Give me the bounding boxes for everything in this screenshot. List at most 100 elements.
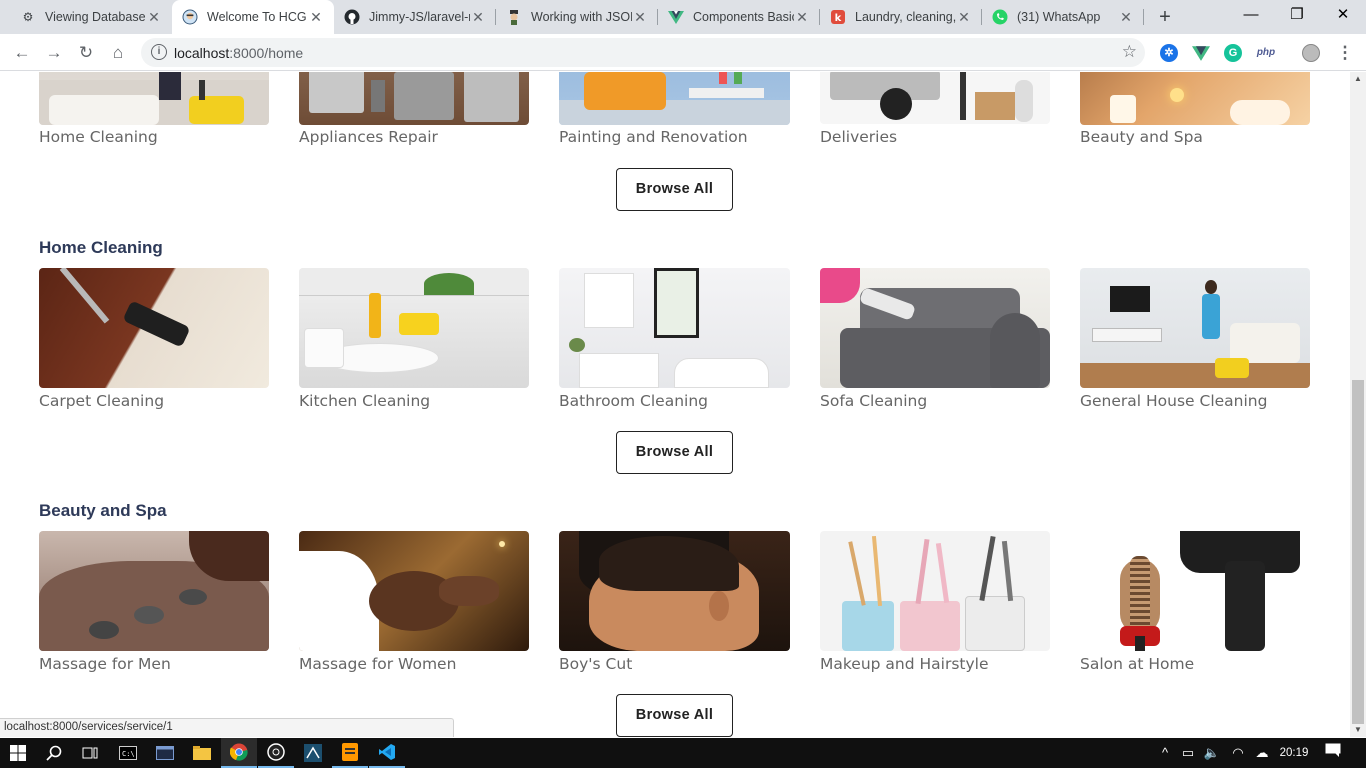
service-image[interactable] (39, 72, 269, 125)
service-image[interactable] (299, 268, 529, 388)
service-caption[interactable]: Massage for Men (39, 655, 171, 673)
command-prompt-icon[interactable]: C:\ (110, 738, 146, 768)
browse-all-button[interactable]: Browse All (616, 168, 733, 211)
service-card[interactable]: Beauty and Spa (1080, 72, 1310, 146)
service-caption[interactable]: Home Cleaning (39, 128, 158, 146)
grammarly-icon[interactable]: G (1224, 44, 1242, 62)
onedrive-icon[interactable]: ☁ (1252, 738, 1272, 768)
service-card[interactable]: Massage for Men (39, 531, 269, 673)
obs-icon[interactable] (258, 738, 294, 768)
tab-welcome-to-hcg[interactable]: Welcome To HCG ✕ (172, 0, 334, 34)
close-icon[interactable]: ✕ (308, 9, 324, 26)
service-card[interactable]: Salon at Home (1080, 531, 1310, 673)
close-icon[interactable]: ✕ (632, 9, 648, 26)
show-hidden-icons-icon[interactable]: ^ (1156, 738, 1174, 768)
task-view-icon[interactable] (72, 738, 108, 768)
service-image[interactable] (559, 72, 790, 125)
service-caption[interactable]: Deliveries (820, 128, 897, 146)
close-icon[interactable]: ✕ (794, 9, 810, 26)
service-caption[interactable]: Makeup and Hairstyle (820, 655, 989, 673)
service-image[interactable] (39, 268, 269, 388)
wifi-icon[interactable]: ◠ (1228, 738, 1248, 768)
menu-kebab-icon[interactable]: ⋮ (1332, 40, 1358, 66)
close-icon[interactable]: ✕ (956, 9, 972, 26)
forward-button[interactable]: → (41, 40, 67, 66)
tab-working-with-json[interactable]: Working with JSON ✕ (496, 0, 658, 34)
service-image[interactable] (820, 531, 1050, 651)
clock[interactable]: 20:19 (1270, 738, 1318, 768)
service-image[interactable] (39, 531, 269, 651)
search-icon[interactable] (36, 738, 72, 768)
service-card[interactable]: Painting and Renovation (559, 72, 790, 146)
service-card[interactable]: General House Cleaning (1080, 268, 1310, 410)
chrome-icon[interactable] (221, 738, 257, 768)
tab-viewing-database[interactable]: ⚙ Viewing Database ✕ (10, 0, 172, 34)
minimize-button[interactable]: — (1228, 0, 1274, 30)
service-caption[interactable]: Kitchen Cleaning (299, 392, 430, 410)
notifications-icon[interactable] (1322, 738, 1344, 768)
extension-blue-icon[interactable]: ✲ (1160, 44, 1178, 62)
browse-all-button[interactable]: Browse All (616, 431, 733, 474)
reload-button[interactable]: ↻ (73, 40, 99, 66)
tab-whatsapp[interactable]: (31) WhatsApp ✕ (982, 0, 1144, 34)
php-extension-icon[interactable]: php (1252, 44, 1280, 62)
service-image[interactable] (299, 531, 529, 651)
page-scrollbar[interactable]: ▲ ▼ (1350, 72, 1366, 737)
scrollbar-thumb[interactable] (1352, 380, 1364, 724)
service-card[interactable]: Appliances Repair (299, 72, 529, 146)
mysql-workbench-icon[interactable] (295, 738, 331, 768)
service-card[interactable]: Boy's Cut (559, 531, 790, 673)
profile-avatar[interactable] (1302, 44, 1320, 62)
bookmark-star-icon[interactable]: ☆ (1122, 42, 1137, 62)
service-image[interactable] (1080, 531, 1310, 651)
service-image[interactable] (559, 268, 790, 388)
service-image[interactable] (1080, 268, 1310, 388)
service-card[interactable]: Bathroom Cleaning (559, 268, 790, 410)
restore-button[interactable]: ❐ (1274, 0, 1320, 30)
service-image[interactable] (299, 72, 529, 125)
tab-laundry-cleaning[interactable]: k Laundry, cleaning, ✕ (820, 0, 982, 34)
service-caption[interactable]: Bathroom Cleaning (559, 392, 708, 410)
sublime-text-icon[interactable] (332, 738, 368, 768)
vue-devtools-icon[interactable] (1192, 44, 1210, 62)
close-icon[interactable]: ✕ (146, 9, 162, 26)
service-caption[interactable]: Appliances Repair (299, 128, 438, 146)
service-card[interactable]: Deliveries (820, 72, 1050, 146)
service-image[interactable] (820, 72, 1050, 124)
close-icon[interactable]: ✕ (470, 9, 486, 26)
service-caption[interactable]: Carpet Cleaning (39, 392, 164, 410)
service-caption[interactable]: Salon at Home (1080, 655, 1194, 673)
scroll-up-arrow[interactable]: ▲ (1350, 72, 1366, 86)
url-text[interactable]: localhost:8000/home (174, 45, 303, 61)
tab-components-basic[interactable]: Components Basic ✕ (658, 0, 820, 34)
service-card[interactable]: Kitchen Cleaning (299, 268, 529, 410)
tab-github[interactable]: Jimmy-JS/laravel-r ✕ (334, 0, 496, 34)
vscode-icon[interactable] (369, 738, 405, 768)
service-caption[interactable]: Sofa Cleaning (820, 392, 927, 410)
terminal-app-icon[interactable] (147, 738, 183, 768)
service-caption[interactable]: Painting and Renovation (559, 128, 748, 146)
service-card[interactable]: Carpet Cleaning (39, 268, 269, 410)
service-caption[interactable]: Boy's Cut (559, 655, 632, 673)
service-image[interactable] (559, 531, 790, 651)
service-card[interactable]: Makeup and Hairstyle (820, 531, 1050, 673)
home-button[interactable]: ⌂ (105, 40, 131, 66)
scroll-down-arrow[interactable]: ▼ (1350, 723, 1366, 737)
browse-all-button[interactable]: Browse All (616, 694, 733, 737)
back-button[interactable]: ← (9, 40, 35, 66)
service-card[interactable]: Sofa Cleaning (820, 268, 1050, 410)
new-tab-button[interactable]: + (1153, 5, 1177, 29)
service-image[interactable] (820, 268, 1050, 388)
windows-start-icon[interactable] (0, 738, 36, 768)
close-window-button[interactable]: ✕ (1320, 0, 1366, 30)
info-icon[interactable]: i (151, 44, 167, 60)
service-caption[interactable]: Massage for Women (299, 655, 456, 673)
address-bar[interactable]: i localhost:8000/home ☆ (141, 38, 1145, 67)
close-icon[interactable]: ✕ (1118, 9, 1134, 26)
volume-icon[interactable]: 🔈 (1202, 738, 1222, 768)
service-caption[interactable]: Beauty and Spa (1080, 128, 1203, 146)
service-caption[interactable]: General House Cleaning (1080, 392, 1267, 410)
service-card[interactable]: Home Cleaning (39, 72, 269, 146)
service-image[interactable] (1080, 72, 1310, 125)
service-card[interactable]: Massage for Women (299, 531, 529, 673)
